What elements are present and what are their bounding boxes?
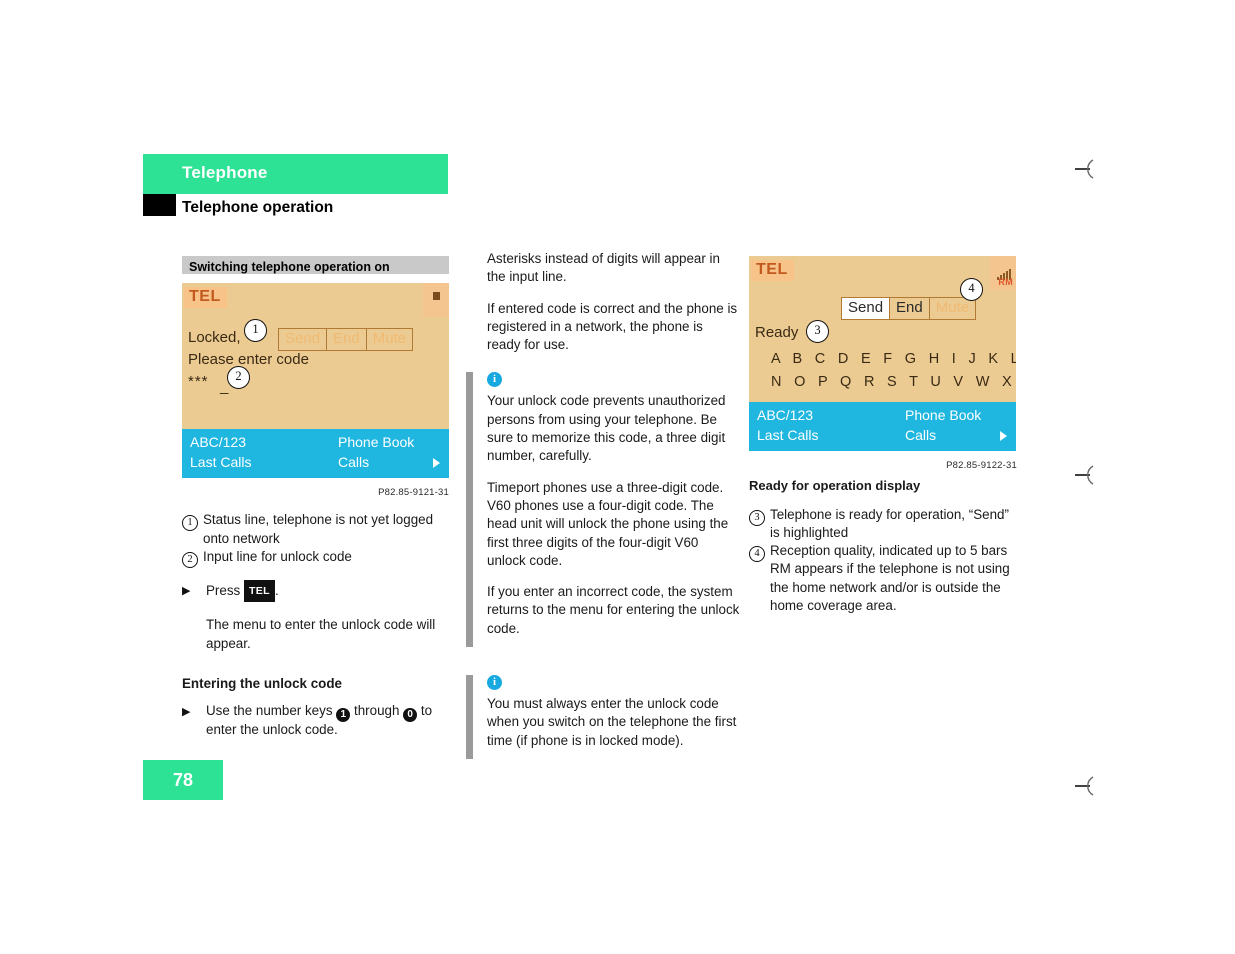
section-title: Telephone operation: [182, 199, 334, 216]
softkey-end[interactable]: End: [327, 329, 367, 351]
chapter-banner: Telephone: [143, 154, 448, 194]
menu-next-arrow-icon[interactable]: [433, 458, 440, 468]
legend-label: Reception quality, indicated up to 5 bar…: [770, 543, 1010, 614]
step-body: Press TEL.: [206, 580, 449, 603]
tel-tag-label: TEL: [751, 260, 794, 282]
info-icon: i: [487, 372, 502, 388]
figure-code-right: P82.85-9122-31: [946, 460, 1017, 471]
display-status-line: Locked,: [188, 329, 241, 346]
legend-right: 3 Telephone is ready for operation, “Sen…: [749, 506, 1017, 616]
menu-phone-book[interactable]: Phone Book: [338, 433, 414, 451]
step-numbers-part1: Use the number keys: [206, 703, 333, 719]
mid-paragraph-1: Asterisks instead of digits will appear …: [487, 251, 720, 285]
legend-item: 2 Input line for unlock code: [182, 548, 449, 568]
display-input-asterisks: ***: [188, 373, 209, 390]
note-block-2: i You must always enter the unlock code …: [466, 675, 740, 760]
callout-2: 2: [227, 366, 250, 389]
legend-label: Input line for unlock code: [203, 548, 352, 564]
softkey-mute[interactable]: Mute: [367, 329, 412, 350]
right-column: TEL RM Send End Mute Ready A B C D E F G…: [749, 256, 1017, 615]
subsection-heading-label: Switching telephone operation on: [189, 260, 390, 274]
menu-phone-book[interactable]: Phone Book: [905, 406, 981, 424]
display-alphabet-row-2[interactable]: N O P Q R S T U V W X Y Z: [771, 373, 1016, 391]
legend-left: 1 Status line, telephone is not yet logg…: [182, 511, 449, 568]
menu-last-calls[interactable]: Last Calls: [757, 426, 818, 444]
note1-paragraph-3: If you enter an incorrect code, the syst…: [487, 584, 740, 636]
note1-paragraph-1: Your unlock code prevents unauthorized p…: [487, 393, 726, 464]
figure-code-left: P82.85-9121-31: [378, 487, 449, 498]
menu-calls[interactable]: Calls: [338, 453, 369, 471]
softkey-send[interactable]: Send: [279, 329, 328, 351]
display-status-line: Ready: [755, 324, 799, 341]
legend-number: 2: [182, 548, 203, 568]
legend-item: 4 Reception quality, indicated up to 5 b…: [749, 542, 1017, 615]
step-press-lead: Press: [206, 583, 241, 599]
page-number-box: 78: [143, 760, 223, 800]
legend-label: Status line, telephone is not yet logged…: [203, 512, 434, 546]
chapter-title: Telephone: [182, 163, 268, 182]
section-marker-square: [143, 194, 176, 216]
menu-abc123[interactable]: ABC/123: [757, 406, 813, 424]
step-press-trail: .: [275, 583, 279, 599]
margin-crop-mark-bottom: [1074, 774, 1100, 798]
note1-paragraph-2: Timeport phones use a three-digit code. …: [487, 479, 729, 568]
legend-item: 3 Telephone is ready for operation, “Sen…: [749, 506, 1017, 543]
display-menu-bar: ABC/123 Last Calls Phone Book Calls: [749, 402, 1016, 451]
note2-paragraph-1: You must always enter the unlock code wh…: [487, 696, 737, 748]
menu-abc123[interactable]: ABC/123: [190, 433, 246, 451]
step-body: Use the number keys 1 through 0 to enter…: [206, 702, 449, 739]
margin-crop-mark-middle: [1074, 463, 1100, 487]
softkey-row: Send End Mute: [278, 328, 414, 352]
legend-label: Telephone is ready for operation, “Send”…: [770, 506, 1009, 540]
unlock-code-heading: Entering the unlock code: [182, 676, 342, 692]
subsection-heading-bar: Switching telephone operation on: [182, 256, 449, 274]
menu-last-calls[interactable]: Last Calls: [190, 453, 251, 471]
signal-indicator-box: RM: [990, 256, 1016, 290]
tel-tag-label: TEL: [184, 287, 227, 309]
legend-number: 1: [182, 511, 203, 532]
ready-display-caption: Ready for operation display: [749, 478, 921, 494]
legend-number: 3: [749, 506, 770, 526]
softkey-mute[interactable]: Mute: [930, 298, 975, 319]
callout-3: 3: [806, 320, 829, 343]
menu-next-arrow-icon[interactable]: [1000, 431, 1007, 441]
softkey-send[interactable]: Send: [842, 298, 891, 320]
roaming-label: RM: [998, 277, 1013, 287]
display-menu-bar: ABC/123 Last Calls Phone Book Calls: [182, 429, 449, 478]
page-number: 78: [172, 770, 194, 790]
display-prompt-line: Please enter code: [188, 351, 309, 368]
display-alphabet-row-1[interactable]: A B C D E F G H I J K L M: [771, 350, 1016, 368]
note-block-1: i Your unlock code prevents unauthorized…: [466, 372, 740, 648]
middle-column: Asterisks instead of digits will appear …: [466, 250, 740, 760]
note-side-bar: [466, 675, 473, 760]
step-arrow-icon: ▶: [182, 585, 191, 598]
step-press-tel: ▶ Press TEL.: [182, 580, 449, 603]
margin-crop-mark-top: [1074, 157, 1100, 181]
signal-bar-single-icon: [433, 292, 440, 300]
softkey-end[interactable]: End: [890, 298, 930, 320]
step-arrow-icon: ▶: [182, 706, 191, 719]
menu-calls[interactable]: Calls: [905, 426, 936, 444]
figure-locked-display: TEL Send End Mute Locked, Please enter c…: [182, 283, 449, 478]
legend-item: 1 Status line, telephone is not yet logg…: [182, 511, 449, 548]
figure-ready-display: TEL RM Send End Mute Ready A B C D E F G…: [749, 256, 1016, 451]
key-number-1[interactable]: 1: [336, 708, 351, 723]
key-tel-button[interactable]: TEL: [243, 580, 275, 603]
step-enter-unlock-code: ▶ Use the number keys 1 through 0 to ent…: [182, 702, 449, 739]
step-numbers-part2: through: [354, 703, 400, 719]
softkey-row: Send End Mute: [841, 297, 977, 321]
note-side-bar: [466, 372, 473, 648]
key-number-0[interactable]: 0: [403, 708, 418, 723]
mid-paragraph-2: If entered code is correct and the phone…: [487, 300, 738, 353]
legend-number: 4: [749, 542, 770, 563]
info-icon: i: [487, 675, 502, 691]
left-column: Switching telephone operation on TEL Sen…: [182, 256, 449, 739]
callout-1: 1: [244, 319, 267, 342]
callout-4: 4: [960, 278, 983, 301]
signal-indicator-box: [423, 283, 449, 317]
step-press-result: The menu to enter the unlock code will a…: [206, 617, 436, 651]
